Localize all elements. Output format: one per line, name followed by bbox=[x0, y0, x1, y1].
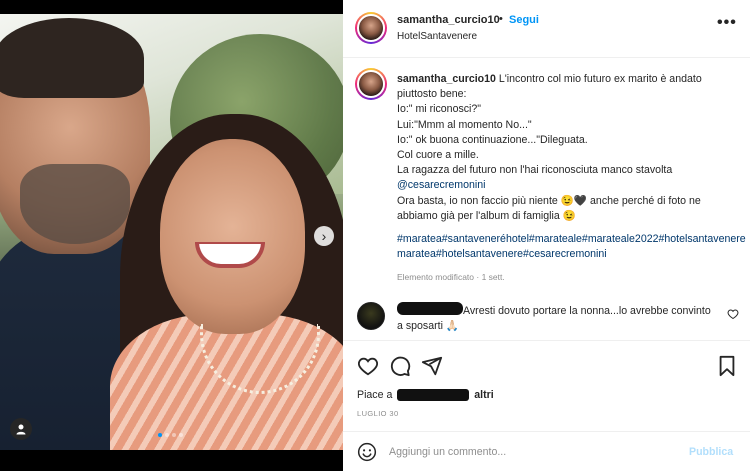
caption-mention-link[interactable]: @cesarecremonini bbox=[397, 179, 485, 191]
post-media-area: › bbox=[0, 0, 343, 471]
caption-line: La ragazza del futuro non l'hai riconosc… bbox=[397, 164, 673, 177]
save-bookmark-icon[interactable] bbox=[717, 355, 737, 377]
comment-input[interactable]: Aggiungi un commento... bbox=[389, 446, 506, 458]
carousel-dots bbox=[158, 433, 183, 437]
commenter-avatar[interactable] bbox=[357, 302, 385, 330]
caption-text: samantha_curcio10 L'incontro col mio fut… bbox=[397, 72, 742, 224]
photo-man-hair bbox=[0, 18, 144, 98]
emoji-icon[interactable] bbox=[357, 442, 377, 462]
carousel-dot bbox=[172, 433, 176, 437]
post-photo[interactable] bbox=[0, 14, 343, 450]
post-location[interactable]: HotelSantavenere bbox=[397, 31, 477, 42]
publish-button[interactable]: Pubblica bbox=[689, 446, 733, 458]
add-comment-bar: Aggiungi un commento... Pubblica bbox=[343, 431, 750, 471]
caption-hashtags[interactable]: #maratea#santaveneréhotel#marateale#mara… bbox=[397, 232, 747, 262]
post-date: LUGLIO 30 bbox=[357, 409, 399, 418]
caption-line: Col cuore a mille. bbox=[397, 149, 479, 162]
header-separator: • bbox=[499, 13, 503, 25]
caption-line: Ora basta, io non faccio più niente 😉🖤 a… bbox=[397, 194, 701, 222]
author-username[interactable]: samantha_curcio10 bbox=[397, 14, 500, 26]
caption-block: samantha_curcio10 L'incontro col mio fut… bbox=[343, 58, 750, 288]
user-icon bbox=[16, 424, 26, 435]
post-details-panel: samantha_curcio10 • Segui HotelSantavene… bbox=[343, 0, 750, 471]
caption-username[interactable]: samantha_curcio10 bbox=[397, 73, 496, 85]
carousel-next-button[interactable]: › bbox=[314, 226, 334, 246]
chevron-right-icon: › bbox=[321, 228, 327, 244]
post-header: samantha_curcio10 • Segui HotelSantavene… bbox=[343, 0, 750, 58]
likes-others[interactable]: altri bbox=[474, 389, 493, 401]
redacted-liker-name bbox=[397, 389, 470, 402]
caption-line: Lui:"Mmm al momento No..." bbox=[397, 118, 532, 131]
comment-bubble-icon[interactable] bbox=[389, 355, 411, 377]
like-comment-heart-icon[interactable] bbox=[727, 308, 739, 320]
photo-woman-face bbox=[160, 139, 305, 334]
post-actions: Piace a altri LUGLIO 30 bbox=[343, 340, 750, 440]
comment-text: Avresti dovuto portare la nonna...lo avr… bbox=[397, 305, 711, 333]
follow-button[interactable]: Segui bbox=[509, 14, 539, 26]
carousel-dot bbox=[165, 433, 169, 437]
caption-line: Io:" ok buona continuazione..."Dileguata… bbox=[397, 133, 588, 146]
like-heart-icon[interactable] bbox=[357, 355, 379, 377]
comment-row: Avresti dovuto portare la nonna...lo avr… bbox=[343, 298, 750, 338]
caption-line: Io:" mi riconosci?" bbox=[397, 103, 482, 116]
photo-man-beard bbox=[20, 164, 130, 244]
likes-summary[interactable]: Piace a altri bbox=[357, 389, 494, 402]
likes-prefix: Piace a bbox=[357, 389, 393, 401]
more-options-icon[interactable]: ••• bbox=[717, 14, 737, 32]
edited-timestamp: Elemento modificato · 1 sett. bbox=[397, 272, 505, 282]
carousel-dot bbox=[179, 433, 183, 437]
carousel-dot bbox=[158, 433, 162, 437]
tagged-users-button[interactable] bbox=[10, 418, 32, 440]
caption-author-avatar[interactable] bbox=[355, 68, 387, 100]
author-avatar[interactable] bbox=[355, 12, 387, 44]
share-paper-plane-icon[interactable] bbox=[421, 355, 443, 377]
